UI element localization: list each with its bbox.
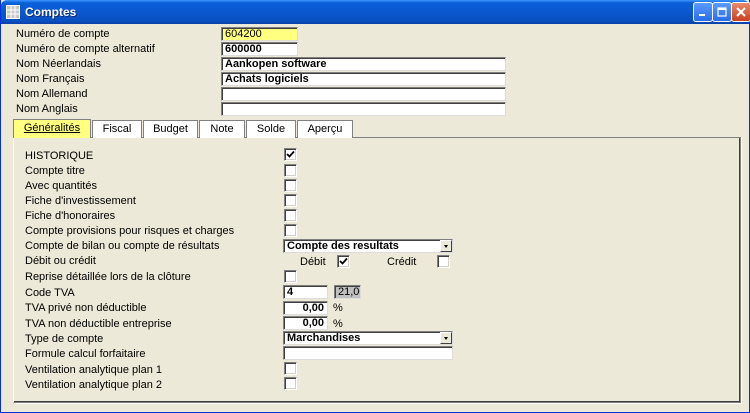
type-compte-label: Type de compte <box>25 333 104 345</box>
english-name-label: Nom Anglais <box>16 103 78 115</box>
maximize-icon <box>717 7 727 17</box>
chevron-down-icon[interactable] <box>440 240 452 252</box>
english-name-field[interactable] <box>221 102 506 116</box>
tab-label: Aperçu <box>307 123 343 135</box>
debit-label: Débit <box>300 256 326 268</box>
title-bar[interactable]: Comptes <box>1 0 750 24</box>
tva-entreprise-percent: % <box>333 318 343 330</box>
tab-note[interactable]: Note <box>199 120 245 138</box>
checkmark-icon <box>339 257 348 265</box>
german-name-field[interactable] <box>221 87 506 101</box>
minimize-icon <box>699 14 705 16</box>
credit-label: Crédit <box>387 256 417 268</box>
close-icon <box>736 7 746 17</box>
tab-generalites[interactable]: Généralités <box>13 119 91 138</box>
code-tva-field[interactable]: 4 <box>283 285 328 299</box>
tva-prive-field[interactable]: 0,00 <box>283 301 328 315</box>
ventilation-1-label: Ventilation analytique plan 1 <box>25 364 162 376</box>
minimize-button[interactable] <box>693 2 713 22</box>
fiche-honoraires-label: Fiche d'honoraires <box>25 210 116 222</box>
code-tva-label: Code TVA <box>25 287 75 299</box>
fiche-honoraires-checkbox[interactable] <box>284 209 297 222</box>
french-name-field[interactable]: Achats logiciels <box>221 72 506 86</box>
type-compte-select[interactable]: Marchandises <box>283 331 453 345</box>
dutch-name-field[interactable]: Aankopen software <box>221 57 506 71</box>
accounts-window: Comptes Numéro de compte 604200 Numéro d… <box>0 0 750 413</box>
tab-fiscal[interactable]: Fiscal <box>92 120 142 138</box>
ventilation-2-label: Ventilation analytique plan 2 <box>25 379 162 391</box>
alt-account-field[interactable]: 600000 <box>221 42 298 56</box>
german-name-label: Nom Allemand <box>16 88 88 100</box>
bilan-select-value: Compte des resultats <box>287 240 399 252</box>
fiche-investissement-label: Fiche d'investissement <box>25 195 136 207</box>
reprise-checkbox[interactable] <box>284 270 297 283</box>
formule-label: Formule calcul forfaitaire <box>25 348 146 360</box>
avec-quantites-label: Avec quantités <box>25 180 97 192</box>
tva-entreprise-field[interactable]: 0,00 <box>283 316 328 330</box>
type-compte-select-value: Marchandises <box>287 332 361 344</box>
grid-app-icon <box>6 5 20 19</box>
alt-account-label: Numéro de compte alternatif <box>16 43 155 55</box>
tab-label: Note <box>210 123 234 135</box>
window-title: Comptes <box>25 5 77 19</box>
chevron-down-icon[interactable] <box>440 332 452 344</box>
checkmark-icon <box>286 150 295 158</box>
code-tva-rate: 21,00 <box>334 285 361 299</box>
bilan-select[interactable]: Compte des resultats <box>283 239 453 253</box>
provisions-label: Compte provisions pour risques et charge… <box>25 225 235 237</box>
formule-field[interactable] <box>283 346 453 360</box>
debit-credit-label: Débit ou crédit <box>25 255 96 267</box>
account-number-label: Numéro de compte <box>16 28 110 40</box>
french-name-label: Nom Français <box>16 73 85 85</box>
debit-checkbox[interactable] <box>337 255 350 268</box>
tab-label: Généralités <box>23 122 81 134</box>
tab-label: Budget <box>153 123 188 135</box>
close-button[interactable] <box>731 2 750 22</box>
tab-budget[interactable]: Budget <box>143 120 198 138</box>
tab-label: Solde <box>256 123 286 135</box>
historique-checkbox[interactable] <box>284 148 297 161</box>
bilan-label: Compte de bilan ou compte de résultats <box>25 240 220 252</box>
ventilation-1-checkbox[interactable] <box>284 362 297 375</box>
maximize-button[interactable] <box>712 2 732 22</box>
tab-label: Fiscal <box>102 123 132 135</box>
account-number-field[interactable]: 604200 <box>221 27 298 41</box>
compte-titre-checkbox[interactable] <box>284 164 297 177</box>
avec-quantites-checkbox[interactable] <box>284 179 297 192</box>
credit-checkbox[interactable] <box>437 255 450 268</box>
reprise-label: Reprise détaillée lors de la clôture <box>25 271 191 283</box>
historique-label: HISTORIQUE <box>25 150 94 162</box>
tva-entreprise-label: TVA non déductible entreprise <box>25 318 172 330</box>
tab-solde[interactable]: Solde <box>246 120 296 138</box>
compte-titre-label: Compte titre <box>25 165 85 177</box>
dutch-name-label: Nom Néerlandais <box>16 58 101 70</box>
tab-apercu[interactable]: Aperçu <box>297 120 353 138</box>
fiche-investissement-checkbox[interactable] <box>284 194 297 207</box>
ventilation-2-checkbox[interactable] <box>284 377 297 390</box>
provisions-checkbox[interactable] <box>284 224 297 237</box>
tva-prive-label: TVA privé non déductible <box>25 302 147 314</box>
tva-prive-percent: % <box>333 302 343 314</box>
